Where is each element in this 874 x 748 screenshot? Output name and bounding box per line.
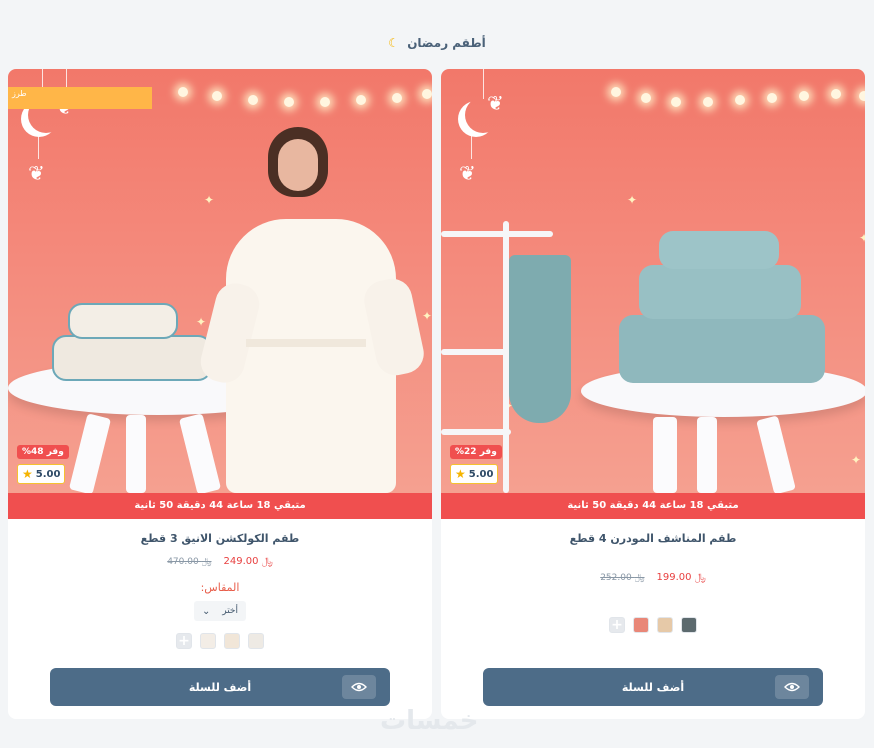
rating-badge: ★ 5.00	[17, 464, 66, 484]
product-card-robe[interactable]: ❦ ❦ ✦ ✦ ✦ ✦ طرز وفر 48% ★ 5.00 متبقي 18 …	[8, 69, 432, 719]
new-price: 249.00 ﷼	[223, 556, 273, 567]
countdown-bar: متبقي 18 ساعة 44 دقيقة 50 ثانية	[441, 493, 865, 519]
more-swatches-button[interactable]: +	[609, 617, 625, 633]
product-name[interactable]: طقم المناشف المودرن 4 قطع	[441, 532, 865, 545]
swatch[interactable]	[200, 633, 216, 649]
butterfly-decoration: ❦	[487, 91, 504, 115]
eye-icon	[351, 682, 367, 692]
new-price: 199.00 ﷼	[656, 572, 706, 583]
section-title: أطقم رمضان ☾	[0, 36, 874, 50]
chevron-down-icon: ⌄	[202, 605, 211, 617]
rating-badge: ★ 5.00	[450, 464, 499, 484]
star-icon: ★	[22, 467, 33, 481]
product-image[interactable]: ❦ ❦ ✦ ✦ ✦ ✦ طرز وفر 48% ★ 5.00	[8, 69, 432, 493]
watermark: خمسات	[380, 706, 479, 736]
size-select[interactable]: أختر ⌄	[194, 601, 246, 621]
butterfly-decoration: ❦	[28, 161, 45, 185]
crescent-moon-icon: ☾	[388, 36, 399, 50]
price-row: 252.00 ﷼ 199.00 ﷼	[441, 572, 865, 583]
add-to-cart-button[interactable]: أضف للسلة	[50, 668, 390, 706]
add-to-cart-label: أضف للسلة	[621, 680, 685, 694]
product-image[interactable]: ❦ ❦ ✦ ✦ ✦ ✦ وفر 22% ★ 5.00	[441, 69, 865, 493]
lights-decoration	[441, 83, 865, 123]
countdown-bar: متبقي 18 ساعة 44 دقيقة 50 ثانية	[8, 493, 432, 519]
discount-badge: وفر 48%	[17, 445, 69, 459]
color-swatches: +	[441, 617, 865, 633]
old-price: 470.00 ﷼	[167, 556, 212, 567]
more-swatches-button[interactable]: +	[176, 633, 192, 649]
rating-value: 5.00	[35, 468, 61, 480]
swatch[interactable]	[248, 633, 264, 649]
color-swatches: +	[8, 633, 432, 649]
size-label: المقاس:	[200, 581, 240, 594]
star-icon: ★	[455, 467, 466, 481]
discount-badge: وفر 22%	[450, 445, 502, 459]
rating-value: 5.00	[468, 468, 494, 480]
section-title-text: أطقم رمضان	[407, 36, 486, 50]
swatch[interactable]	[681, 617, 697, 633]
product-name[interactable]: طقم الكولكشن الانيق 3 قطع	[8, 532, 432, 545]
old-price: 252.00 ﷼	[600, 572, 645, 583]
tag-badge: طرز	[8, 87, 152, 109]
swatch[interactable]	[224, 633, 240, 649]
swatch[interactable]	[633, 617, 649, 633]
swatch[interactable]	[657, 617, 673, 633]
add-to-cart-button[interactable]: أضف للسلة	[483, 668, 823, 706]
butterfly-decoration: ❦	[459, 161, 476, 185]
quick-view-button[interactable]	[342, 675, 376, 699]
product-card-towels[interactable]: ❦ ❦ ✦ ✦ ✦ ✦ وفر 22% ★ 5.00 متبقي 18 ساعة…	[441, 69, 865, 719]
eye-icon	[784, 682, 800, 692]
price-row: 470.00 ﷼ 249.00 ﷼	[8, 556, 432, 567]
add-to-cart-label: أضف للسلة	[188, 680, 252, 694]
quick-view-button[interactable]	[775, 675, 809, 699]
size-select-value: أختر	[222, 606, 238, 616]
